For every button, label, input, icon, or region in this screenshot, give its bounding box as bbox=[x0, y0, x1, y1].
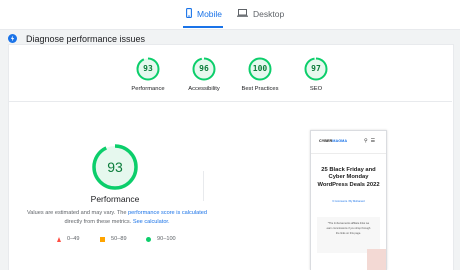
legend-pass: 90–100 bbox=[146, 236, 176, 242]
gauge-accessibility[interactable]: 96 bbox=[192, 57, 216, 81]
gauge-seo-label: SEO bbox=[309, 86, 323, 92]
circle-icon bbox=[146, 236, 151, 242]
device-tabs: Mobile Desktop bbox=[0, 0, 460, 30]
legend-average-range: 50–89 bbox=[111, 236, 127, 242]
tab-mobile-label: Mobile bbox=[197, 9, 223, 19]
see-calculator-link[interactable]: See calculator. bbox=[133, 219, 170, 225]
gauge-performance-score: 93 bbox=[143, 64, 153, 73]
tab-desktop-label: Desktop bbox=[253, 9, 285, 19]
gauge-performance[interactable]: 93 bbox=[136, 57, 160, 81]
page-screenshot-preview: CYBERMAGMA ⚲☰ 25 Black Friday and Cyber … bbox=[310, 130, 387, 270]
main-performance-label: Performance bbox=[90, 194, 140, 204]
smartphone-icon bbox=[186, 8, 192, 20]
diagnose-label: Diagnose performance issues bbox=[26, 34, 146, 44]
disclaimer-text-1: Values are estimated and may vary. The bbox=[26, 210, 127, 216]
laptop-icon bbox=[237, 9, 248, 19]
preview-header: CYBERMAGMA ⚲☰ bbox=[311, 131, 386, 154]
gauge-seo-score: 97 bbox=[311, 64, 321, 73]
gauge-best-practices[interactable]: 100 bbox=[248, 57, 272, 81]
preview-body: *The Imbursements affiliate links we ear… bbox=[326, 222, 371, 235]
preview-title: 25 Black Friday and Cyber Monday WordPre… bbox=[317, 167, 380, 188]
square-icon bbox=[100, 236, 105, 242]
score-disclaimer: Values are estimated and may vary. The p… bbox=[22, 209, 212, 227]
legend-pass-range: 90–100 bbox=[157, 236, 176, 242]
legend-fail-range: 0–49 bbox=[67, 236, 80, 242]
main-performance-score: 93 bbox=[107, 159, 123, 175]
preview-header-icons: ⚲☰ bbox=[364, 138, 378, 144]
gauge-best-practices-score: 100 bbox=[252, 64, 268, 73]
active-tab-indicator bbox=[183, 26, 223, 28]
lightning-icon bbox=[8, 33, 17, 45]
performance-score-link[interactable]: performance score is calculated bbox=[128, 210, 207, 216]
vertical-divider bbox=[203, 171, 204, 201]
disclaimer-text-2: directly from these metrics. bbox=[64, 219, 132, 225]
preview-logo: CYBERMAGMA bbox=[319, 139, 348, 143]
search-icon: ⚲ bbox=[364, 138, 371, 144]
tab-mobile[interactable]: Mobile bbox=[186, 0, 222, 28]
legend-fail: 0–49 bbox=[57, 236, 79, 242]
tab-desktop[interactable]: Desktop bbox=[237, 0, 284, 28]
section-divider bbox=[8, 101, 452, 102]
menu-icon: ☰ bbox=[370, 138, 379, 144]
gauge-seo[interactable]: 97 bbox=[304, 57, 328, 81]
preview-image bbox=[367, 249, 386, 270]
triangle-icon bbox=[57, 236, 61, 242]
preview-meta: 6 Comments / By Mohamed bbox=[332, 200, 365, 203]
legend-average: 50–89 bbox=[100, 236, 127, 242]
main-performance-gauge: 93 bbox=[91, 143, 139, 191]
gauge-accessibility-score: 96 bbox=[199, 64, 209, 73]
